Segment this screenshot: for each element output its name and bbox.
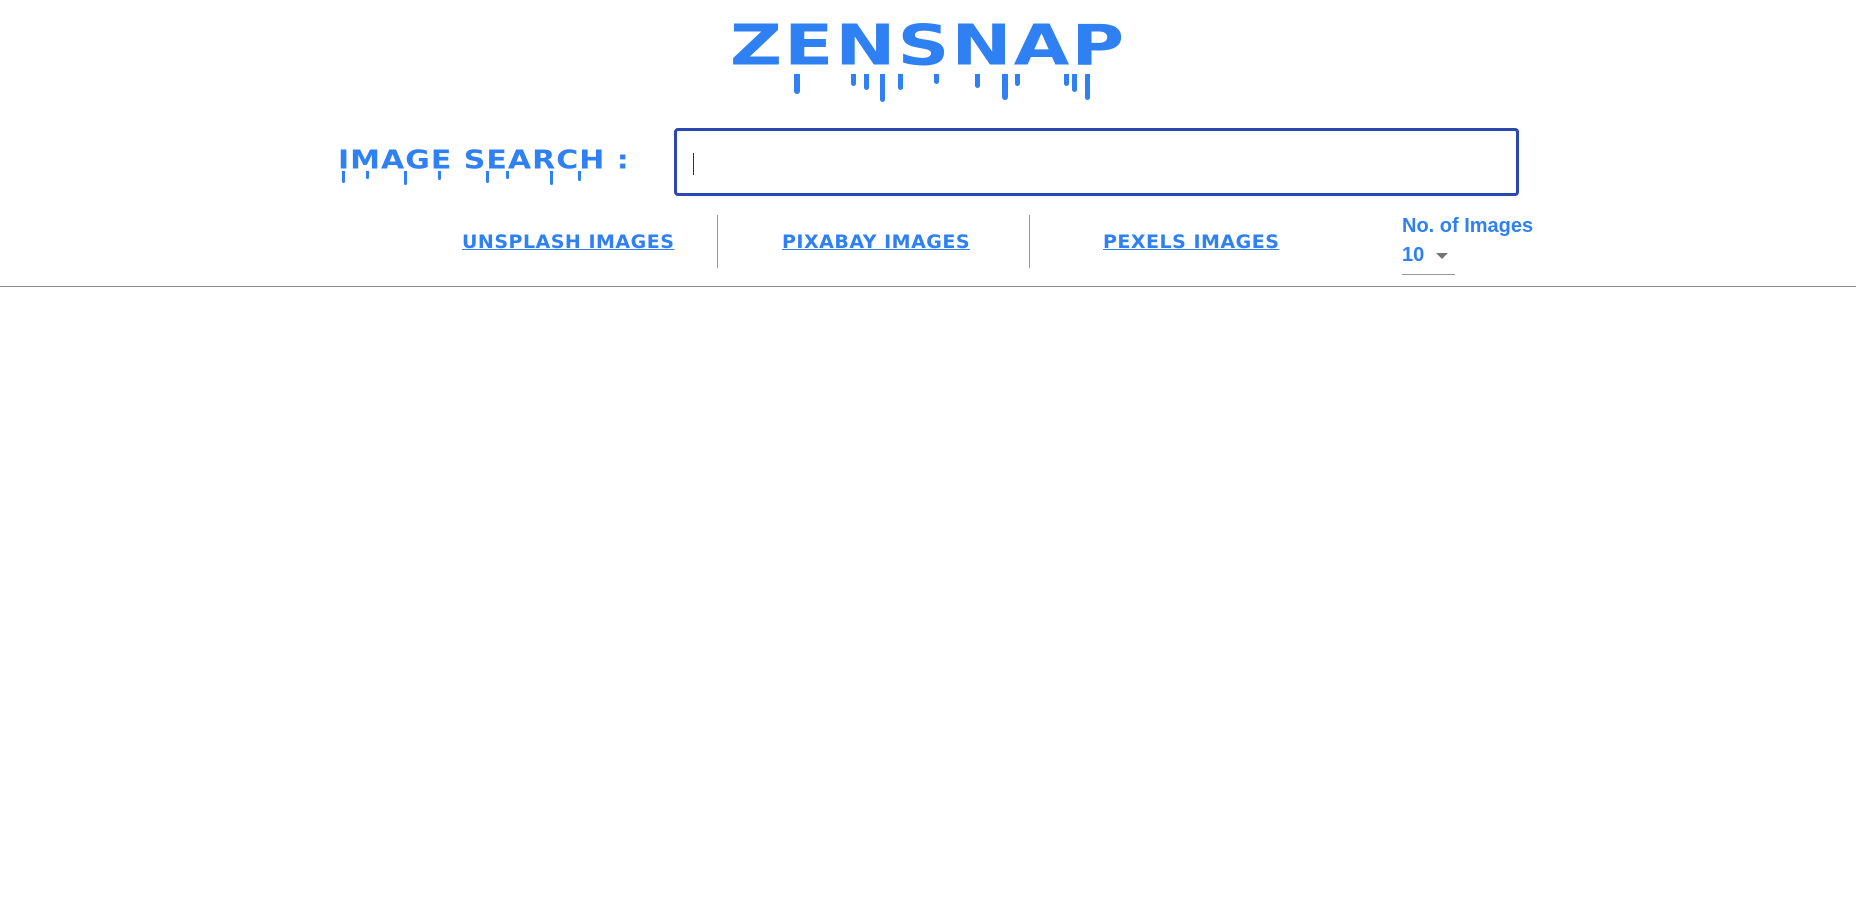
logo-drip xyxy=(1064,74,1069,86)
image-search-input[interactable] xyxy=(677,131,1509,191)
logo-drip xyxy=(898,74,903,90)
app-logo: ZENSNAP xyxy=(0,12,1856,102)
label-drip xyxy=(578,171,581,181)
logo-drip xyxy=(851,74,856,86)
logo-drip xyxy=(975,74,980,88)
logo-drip xyxy=(1085,74,1090,100)
logo-drip xyxy=(1002,74,1008,100)
tab-unsplash-images[interactable]: UNSPLASH IMAGES xyxy=(462,228,674,256)
tab-divider xyxy=(717,215,718,268)
label-drip xyxy=(404,171,407,185)
tab-pexels-images[interactable]: PEXELS IMAGES xyxy=(1103,228,1279,256)
image-search-label: IMAGE SEARCH : xyxy=(338,143,630,185)
label-drip xyxy=(550,171,553,185)
image-search-label-text: IMAGE SEARCH : xyxy=(338,145,630,176)
app-header: ZENSNAP IMAGE SEARCH : UNSPLASH IMAGES P… xyxy=(0,0,1856,287)
image-count-value: 10 xyxy=(1402,244,1425,266)
logo-text: ZENSNAP xyxy=(729,12,1127,78)
image-search-box[interactable] xyxy=(674,128,1519,196)
results-area xyxy=(0,287,1856,917)
logo-drip xyxy=(864,74,869,90)
logo-drip xyxy=(880,74,885,102)
dropdown-arrow-icon xyxy=(1436,253,1448,259)
logo-drip xyxy=(1072,74,1077,92)
label-drip xyxy=(438,171,441,180)
logo-drip xyxy=(794,74,800,94)
tab-pixabay-images[interactable]: PIXABAY IMAGES xyxy=(782,228,970,256)
image-count-label: No. of Images xyxy=(1402,215,1534,237)
logo-drip xyxy=(1015,74,1020,86)
logo-drip xyxy=(934,74,939,84)
label-drip xyxy=(506,171,509,179)
image-count-select[interactable]: 10 xyxy=(1402,242,1455,275)
label-drip xyxy=(486,171,489,183)
label-drip xyxy=(366,171,369,179)
text-caret xyxy=(693,153,694,175)
label-drip xyxy=(342,171,345,183)
tab-divider xyxy=(1029,215,1030,268)
